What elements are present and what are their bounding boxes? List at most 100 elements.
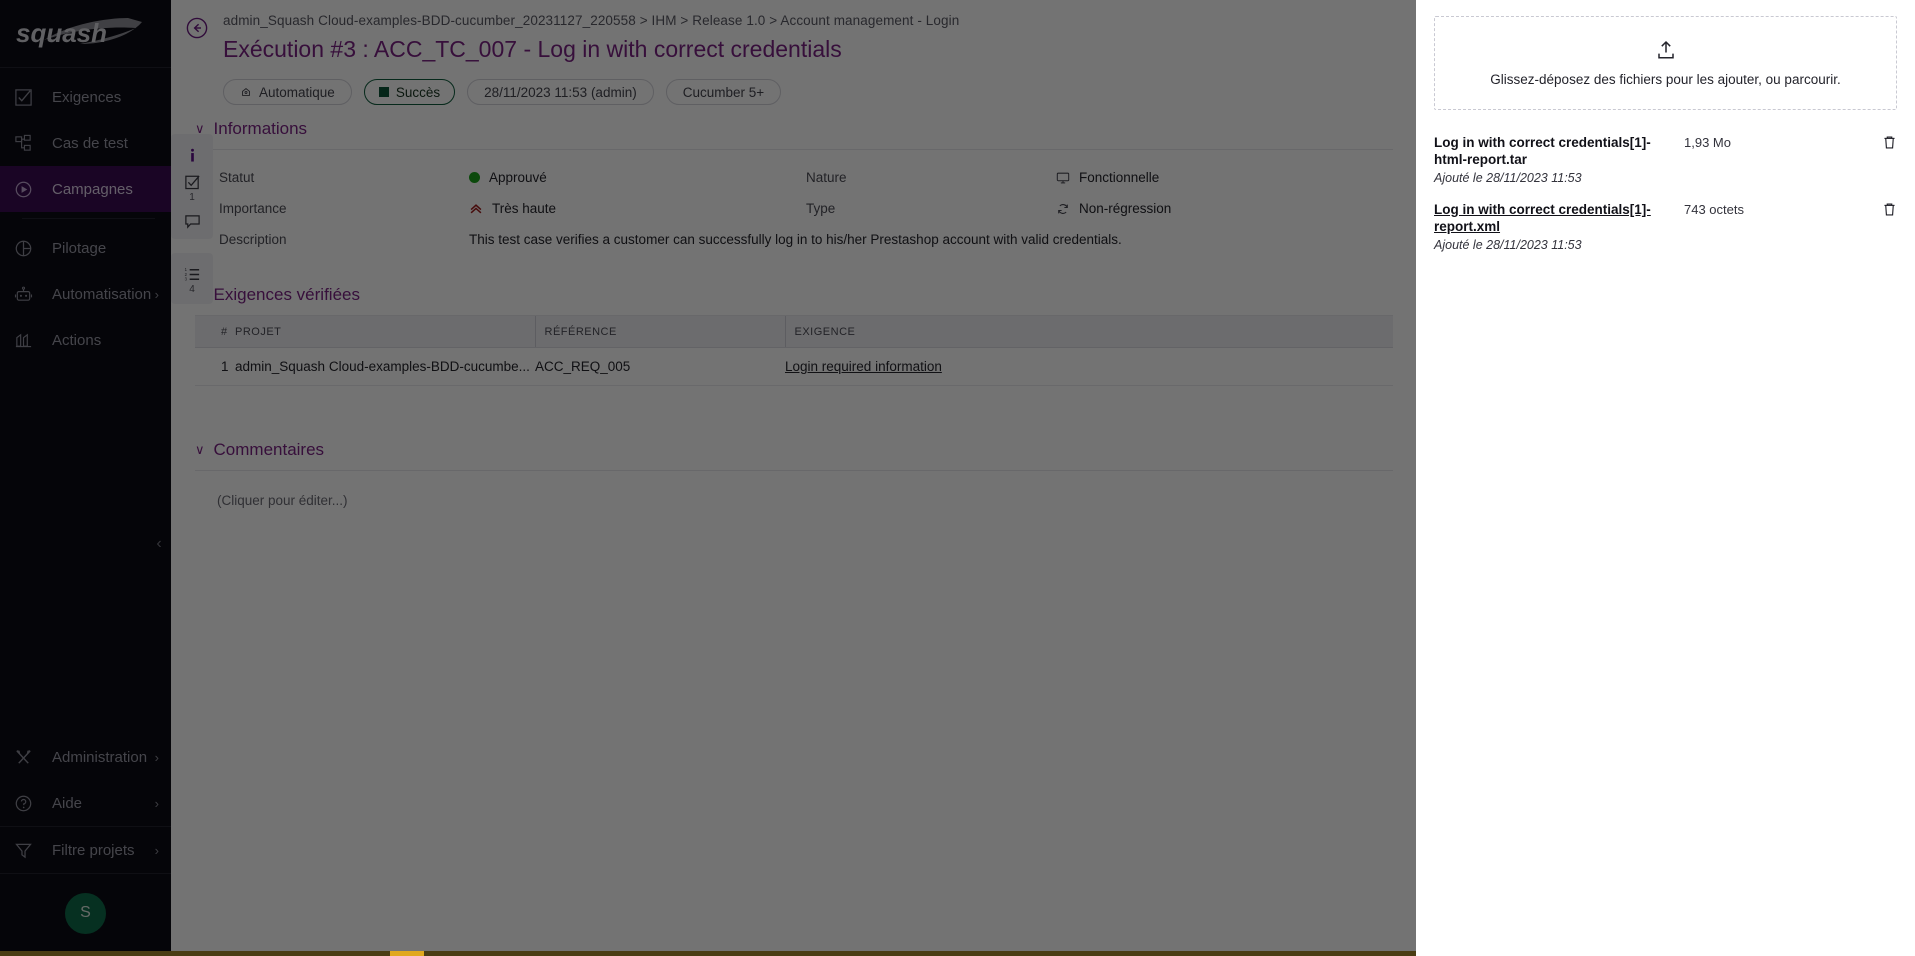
- panel-informations-header[interactable]: ∨ Informations: [195, 105, 1393, 149]
- sidebar-item-label: Pilotage: [52, 239, 107, 257]
- avatar-row: S: [0, 874, 171, 952]
- svg-text:3: 3: [184, 277, 187, 282]
- sidebar-item-automatisation[interactable]: Automatisation ›: [0, 271, 171, 317]
- sidebar-item-label: Actions: [52, 331, 102, 349]
- column-header-num[interactable]: #: [195, 316, 235, 348]
- attachment-date: Ajouté le 28/11/2023 11:53: [1434, 171, 1582, 185]
- comment-editor-placeholder[interactable]: (Cliquer pour éditer...): [195, 471, 1393, 538]
- requirement-link[interactable]: Login required information: [785, 359, 942, 374]
- chevron-right-icon: ›: [154, 842, 159, 858]
- field-value-description: This test case verifies a customer can s…: [469, 232, 1122, 247]
- status-square-icon: [378, 87, 389, 97]
- attachment-info: Log in with correct credentials[1]-repor…: [1434, 201, 1684, 252]
- panel-informations: ∨ Informations Statut Approuvé Nature Fo…: [195, 105, 1393, 271]
- field-text: Approuvé: [489, 170, 547, 185]
- back-circle-icon[interactable]: [185, 16, 211, 42]
- app-logo[interactable]: squash: [0, 0, 171, 68]
- rail-item-checklist[interactable]: 1: [171, 167, 213, 206]
- anchor-icon-rail: 1 1 2 3 4: [171, 134, 213, 304]
- avatar[interactable]: S: [65, 892, 106, 934]
- rail-card-secondary: 1 2 3 4: [171, 253, 213, 304]
- chip-automatique[interactable]: Automatique: [223, 79, 352, 105]
- panel-commentaires-body: (Cliquer pour éditer...): [195, 470, 1393, 538]
- app-root: squash Exigences Cas de test Campagnes P…: [0, 0, 1915, 956]
- chip-execution-date[interactable]: 28/11/2023 11:53 (admin): [467, 79, 654, 105]
- filter-icon: [14, 839, 40, 861]
- rail-item-comment[interactable]: [171, 206, 213, 233]
- attachment-name[interactable]: Log in with correct credentials[1]-html-…: [1434, 134, 1674, 168]
- attachments-panel: Glissez-déposez des fichiers pour les aj…: [1416, 0, 1915, 952]
- chevron-left-icon: ‹: [156, 535, 162, 552]
- comment-icon: [184, 213, 201, 230]
- field-text: Non-régression: [1079, 201, 1172, 216]
- sidebar-item-cas-de-test[interactable]: Cas de test: [0, 120, 171, 166]
- field-value-type: Non-régression: [1056, 193, 1393, 224]
- sidebar-item-label: Administration: [52, 748, 148, 766]
- attachment-size: 1,93 Mo: [1684, 135, 1731, 150]
- sidebar-item-label: Filtre projets: [52, 841, 135, 859]
- sidebar-item-pilotage[interactable]: Pilotage: [0, 225, 171, 271]
- panel-title: Informations: [213, 119, 308, 138]
- sidebar-item-campagnes[interactable]: Campagnes: [0, 166, 171, 212]
- screen-icon: [1056, 171, 1070, 185]
- panel-exigences-body: # PROJET RÉFÉRENCE EXIGENCE 1 admin_Squa…: [195, 315, 1393, 426]
- field-label-importance: Importance: [219, 201, 287, 216]
- sidebar-item-administration[interactable]: Administration ›: [0, 734, 171, 780]
- requirements-icon: [14, 86, 40, 108]
- chip-statut-succes[interactable]: Succès: [363, 79, 456, 105]
- attachment-item: Log in with correct credentials[1]-repor…: [1434, 195, 1897, 262]
- field-label-statut: Statut: [219, 170, 255, 185]
- field-value-nature: Fonctionnelle: [1056, 162, 1393, 193]
- main-content: admin_Squash Cloud-examples-BDD-cucumber…: [171, 0, 1416, 952]
- dropzone-text: Glissez-déposez des fichiers pour les aj…: [1490, 72, 1841, 87]
- chevrons-up-icon: [469, 202, 483, 216]
- table-footer: [195, 386, 1393, 426]
- sidebar-item-label: Aide: [52, 794, 83, 812]
- sidebar-divider: [22, 218, 155, 219]
- panel-exigences-verifiees: ∨ Exigences vérifiées # PROJET RÉFÉRENCE…: [195, 271, 1393, 426]
- panel-exigences-header[interactable]: ∨ Exigences vérifiées: [195, 271, 1393, 315]
- rail-badge: 4: [189, 284, 195, 295]
- breadcrumb[interactable]: admin_Squash Cloud-examples-BDD-cucumber…: [223, 13, 959, 28]
- robot-icon: [14, 283, 40, 305]
- status-dot-icon: [469, 172, 480, 183]
- attachment-name[interactable]: Log in with correct credentials[1]-repor…: [1434, 201, 1674, 235]
- table-row[interactable]: 1 admin_Squash Cloud-examples-BDD-cucumb…: [195, 347, 1393, 386]
- field-text: Fonctionnelle: [1079, 170, 1160, 185]
- page-title: Exécution #3 : ACC_TC_007 - Log in with …: [223, 36, 842, 62]
- rail-badge: 1: [189, 192, 195, 203]
- trash-icon[interactable]: [1882, 201, 1897, 217]
- sidebar-item-exigences[interactable]: Exigences: [0, 74, 171, 120]
- sidebar-collapse-button[interactable]: ‹: [148, 533, 170, 555]
- chevron-down-icon: ∨: [195, 442, 205, 457]
- panel-commentaires: ∨ Commentaires (Cliquer pour éditer...): [195, 426, 1393, 538]
- refresh-icon: [1056, 202, 1070, 216]
- field-label-nature: Nature: [806, 170, 847, 185]
- sidebar-item-actions[interactable]: Actions: [0, 317, 171, 363]
- chevron-right-icon: ›: [154, 749, 159, 765]
- field-value-importance: Très haute: [469, 193, 806, 224]
- chip-technology[interactable]: Cucumber 5+: [665, 79, 782, 105]
- trash-icon[interactable]: [1882, 134, 1897, 150]
- attachment-dropzone[interactable]: Glissez-déposez des fichiers pour les aj…: [1434, 16, 1897, 110]
- sidebar-item-filtre-projets[interactable]: Filtre projets ›: [0, 827, 171, 873]
- column-header-exigence[interactable]: EXIGENCE: [784, 316, 1393, 348]
- attachment-list: Log in with correct credentials[1]-html-…: [1434, 128, 1897, 262]
- chevron-right-icon: ›: [154, 286, 159, 302]
- chip-label: Succès: [395, 84, 441, 100]
- informations-grid: Statut Approuvé Nature Fonctionnelle Imp…: [195, 150, 1393, 271]
- actions-icon: [14, 329, 40, 351]
- sidebar-item-aide[interactable]: Aide ›: [0, 780, 171, 826]
- cell-projet: admin_Squash Cloud-examples-BDD-cucumbe.…: [235, 347, 535, 386]
- field-text: Très haute: [492, 201, 557, 216]
- column-header-reference[interactable]: RÉFÉRENCE: [534, 316, 785, 348]
- column-header-projet[interactable]: PROJET: [235, 316, 535, 348]
- cell-reference: ACC_REQ_005: [535, 347, 785, 386]
- rail-item-informations[interactable]: [171, 140, 213, 167]
- checklist-icon: [184, 174, 201, 191]
- campaign-play-icon: [14, 178, 40, 200]
- panel-commentaires-header[interactable]: ∨ Commentaires: [195, 426, 1393, 470]
- field-label-description: Description: [219, 232, 287, 247]
- bottom-progress-strip: [0, 951, 1416, 956]
- rail-item-steps[interactable]: 1 2 3 4: [171, 259, 213, 298]
